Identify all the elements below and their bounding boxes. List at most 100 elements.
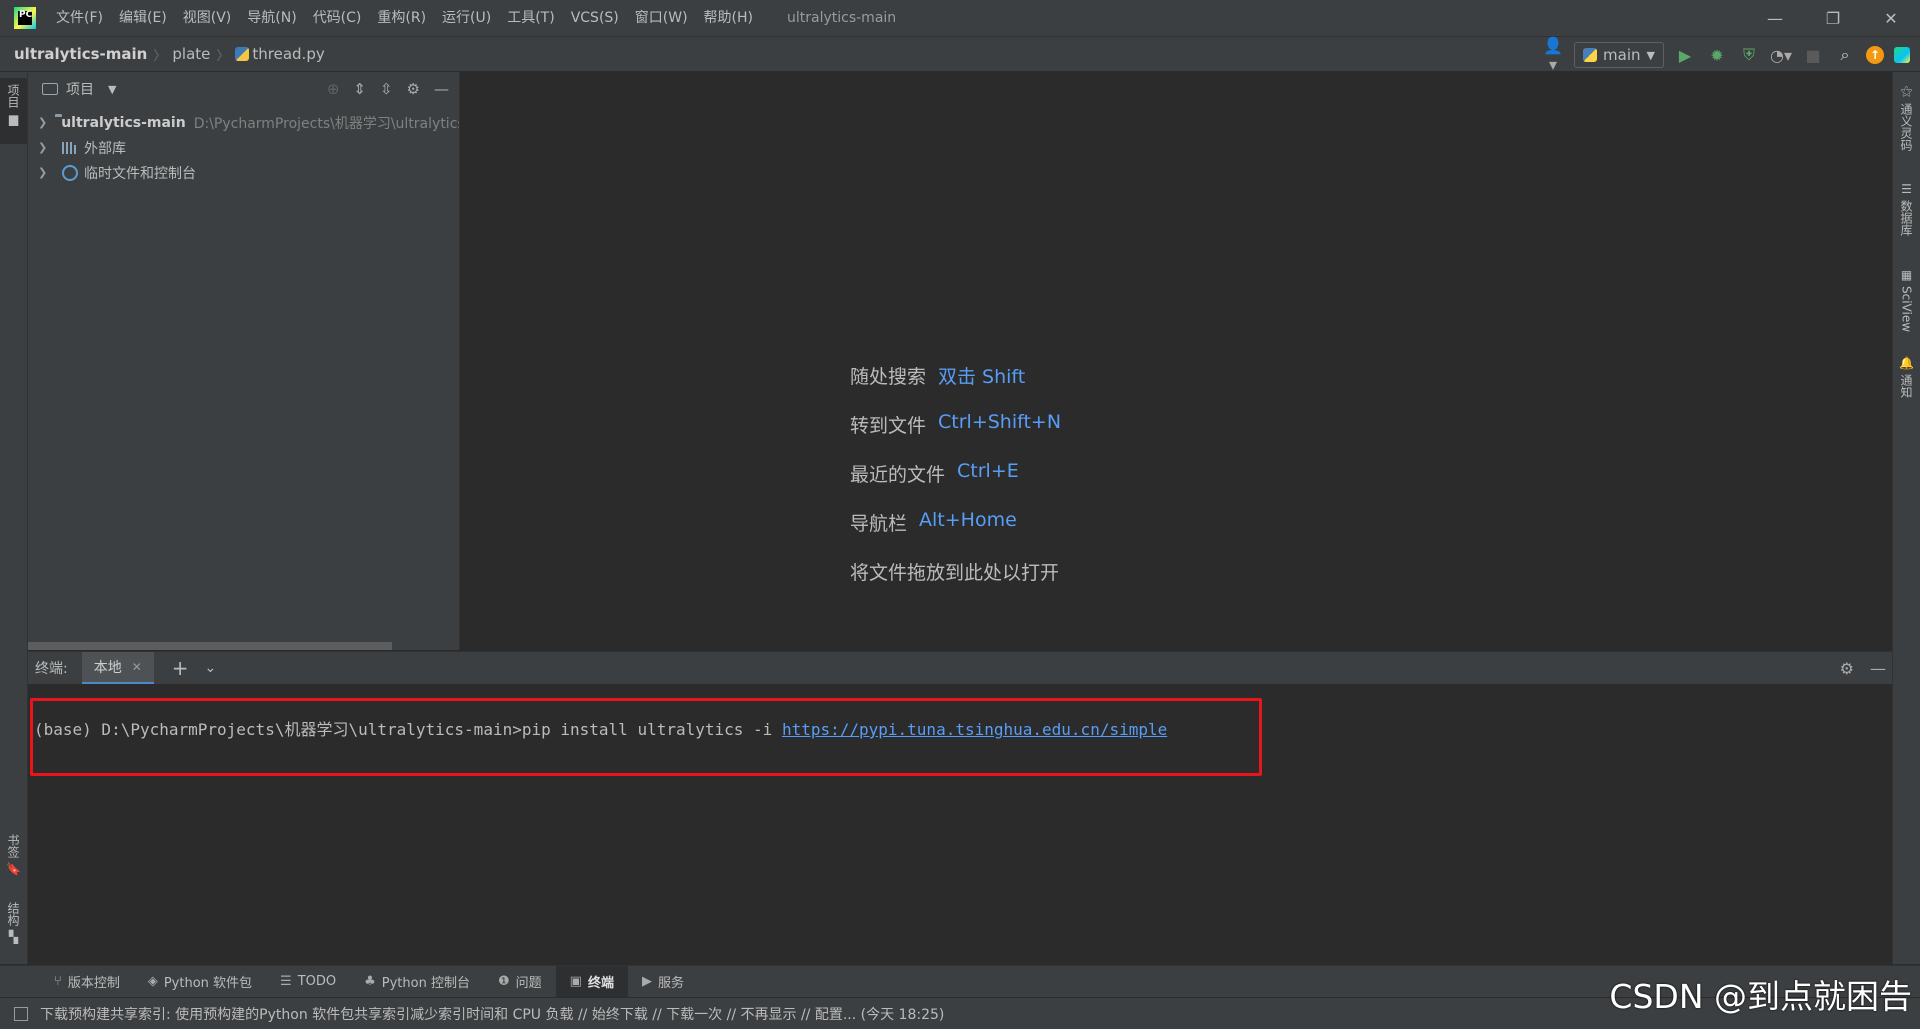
gear-icon[interactable]: ⚙ [1840, 659, 1854, 678]
restore-button[interactable]: ❐ [1804, 0, 1862, 36]
panel-toggle-icon[interactable] [14, 1006, 28, 1021]
new-terminal-icon[interactable]: + [172, 656, 189, 680]
menu-file[interactable]: 文件(F) [48, 0, 111, 36]
update-icon[interactable]: ↑ [1866, 46, 1884, 64]
hint-navigation-bar: 导航栏 Alt+Home [850, 509, 1061, 558]
menu-run[interactable]: 运行(U) [434, 0, 499, 36]
tool-window-version-control[interactable]: ⑂ 版本控制 [40, 966, 134, 998]
horizontal-scrollbar[interactable] [28, 642, 392, 650]
hide-panel-icon[interactable]: — [434, 80, 449, 98]
chevron-right-icon[interactable]: ❯ [38, 141, 54, 154]
terminal-link[interactable]: https://pypi.tuna.tsinghua.edu.cn/simple [782, 720, 1167, 739]
python-icon [1583, 48, 1598, 62]
tree-item-external-libraries[interactable]: ❯ 外部库 [28, 135, 459, 160]
tool-window-todo[interactable]: ☰ TODO [266, 966, 350, 998]
hint-search-everywhere: 随处搜索 双击 Shift [850, 362, 1061, 411]
scratch-icon [62, 164, 78, 181]
close-icon[interactable]: ✕ [132, 660, 142, 674]
python-file-icon [235, 47, 250, 61]
bell-icon: 🔔 [1899, 356, 1914, 370]
breadcrumb-file[interactable]: thread.py [252, 45, 324, 63]
stripe-structure-label: 结构 [6, 902, 20, 926]
menu-refactor[interactable]: 重构(R) [369, 0, 434, 36]
hint-drop-files: 将文件拖放到此处以打开 [850, 558, 1061, 607]
stripe-project-button[interactable]: 项目 ▆ [0, 78, 27, 144]
project-panel-title[interactable]: 项目 [66, 79, 94, 99]
profile-icon[interactable]: ◔▾ [1770, 46, 1792, 65]
tree-item-scratches[interactable]: ❯ 临时文件和控制台 [28, 160, 459, 185]
python-icon: ♣ [364, 974, 376, 989]
editor-area[interactable]: 随处搜索 双击 Shift 转到文件 Ctrl+Shift+N 最近的文件 Ct… [461, 72, 1892, 650]
hide-panel-icon[interactable]: — [1870, 659, 1886, 678]
user-dropdown-icon[interactable]: 👤▾ [1542, 36, 1564, 74]
menu-help[interactable]: 帮助(H) [696, 0, 761, 36]
minimize-button[interactable]: — [1746, 0, 1804, 36]
debug-icon[interactable]: ✹ [1706, 46, 1728, 65]
stripe-sciview-button[interactable]: ▦ SciView [1893, 268, 1920, 332]
run-configuration-select[interactable]: main ▼ [1574, 42, 1664, 68]
tool-window-python-console[interactable]: ♣ Python 控制台 [350, 966, 484, 998]
breadcrumb: ultralytics-main 〉 plate 〉 thread.py [14, 45, 325, 64]
menu-edit[interactable]: 编辑(E) [111, 0, 175, 36]
tool-window-label: Python 控制台 [381, 976, 470, 991]
project-panel-header: 项目 ▼ ⊕ ⇕ ⇳ ⚙ — [28, 72, 459, 106]
terminal-output[interactable]: (base) D:\PycharmProjects\机器学习\ultralyti… [28, 684, 1892, 965]
stripe-database-button[interactable]: ☰ 数据库 [1893, 182, 1920, 236]
tool-window-label: Python 软件包 [163, 976, 253, 991]
tool-window-label: 服务 [657, 976, 684, 991]
terminal-caption: 终端: [35, 661, 68, 677]
project-tree: ❯ ultralytics-main D:\PycharmProjects\机器… [28, 106, 459, 185]
breadcrumb-project[interactable]: ultralytics-main [14, 45, 147, 63]
tree-item-project-root[interactable]: ❯ ultralytics-main D:\PycharmProjects\机器… [28, 110, 459, 135]
run-icon[interactable]: ▶ [1674, 46, 1696, 65]
breadcrumb-separator-icon: 〉 [216, 48, 230, 64]
close-window-button[interactable]: ✕ [1862, 0, 1920, 36]
gear-icon[interactable]: ⚙ [407, 80, 420, 98]
collapse-all-icon[interactable]: ⇳ [380, 80, 393, 98]
chevron-down-icon[interactable]: ⌄ [205, 660, 217, 676]
terminal-header: 终端: 本地 ✕ + ⌄ ⚙ — [28, 651, 1892, 685]
stripe-notifications-button[interactable]: 🔔 通知 [1893, 356, 1920, 398]
coverage-icon[interactable]: ⛨ [1738, 45, 1760, 65]
expand-all-icon[interactable]: ⇕ [353, 80, 366, 98]
menu-tools[interactable]: 工具(T) [499, 0, 562, 36]
terminal-command-line[interactable]: (base) D:\PycharmProjects\机器学习\ultralyti… [34, 716, 1167, 740]
menu-vcs[interactable]: VCS(S) [563, 0, 627, 36]
toolbox-icon[interactable] [1894, 47, 1910, 63]
stripe-ai-assistant-button[interactable]: ⚝ 通义灵码 [1893, 84, 1920, 151]
status-message[interactable]: 下载预构建共享索引: 使用预构建的Python 软件包共享索引减少索引时间和 C… [40, 1004, 944, 1024]
breadcrumb-folder[interactable]: plate [172, 45, 210, 63]
search-icon[interactable]: ⌕ [1834, 45, 1856, 65]
packages-icon: ◈ [147, 974, 158, 989]
chevron-down-icon: ▼ [1646, 48, 1655, 62]
project-panel-tools: ⊕ ⇕ ⇳ ⚙ — [327, 72, 449, 106]
project-view-icon [42, 83, 58, 95]
menu-navigate[interactable]: 导航(N) [239, 0, 304, 36]
stop-icon[interactable]: ■ [1802, 46, 1824, 65]
menu-code[interactable]: 代码(C) [305, 0, 370, 36]
branch-icon: ⑂ [54, 974, 62, 989]
menu-view[interactable]: 视图(V) [175, 0, 240, 36]
terminal-tab-label: 本地 [93, 659, 122, 676]
ai-assistant-icon: ⚝ [1900, 84, 1913, 98]
select-opened-file-icon[interactable]: ⊕ [327, 80, 340, 98]
stripe-bookmarks-button[interactable]: 书签 🔖 [0, 834, 27, 894]
sciview-icon: ▦ [1900, 268, 1913, 282]
menu-window[interactable]: 窗口(W) [627, 0, 696, 36]
chevron-down-icon[interactable]: ▼ [108, 83, 116, 96]
terminal-command: (base) D:\PycharmProjects\机器学习\ultralyti… [34, 720, 782, 739]
stripe-structure-button[interactable]: 结构 ▚ [0, 902, 27, 958]
chevron-right-icon[interactable]: ❯ [38, 116, 47, 129]
terminal-tab-local[interactable]: 本地 ✕ [81, 651, 154, 685]
hint-label: 随处搜索 [850, 366, 927, 388]
tool-window-terminal[interactable]: ▣ 终端 [555, 965, 628, 998]
chevron-right-icon[interactable]: ❯ [38, 166, 54, 179]
hint-label: 导航栏 [850, 513, 908, 535]
hint-recent-files: 最近的文件 Ctrl+E [850, 460, 1061, 509]
tool-window-services[interactable]: ▶ 服务 [628, 966, 698, 998]
tool-window-problems[interactable]: ❶ 问题 [484, 966, 556, 998]
terminal-header-tools: ⚙ — [1840, 652, 1886, 685]
hint-label: 最近的文件 [850, 464, 946, 486]
editor-empty-hints: 随处搜索 双击 Shift 转到文件 Ctrl+Shift+N 最近的文件 Ct… [850, 362, 1061, 607]
tool-window-python-packages[interactable]: ◈ Python 软件包 [134, 966, 266, 998]
